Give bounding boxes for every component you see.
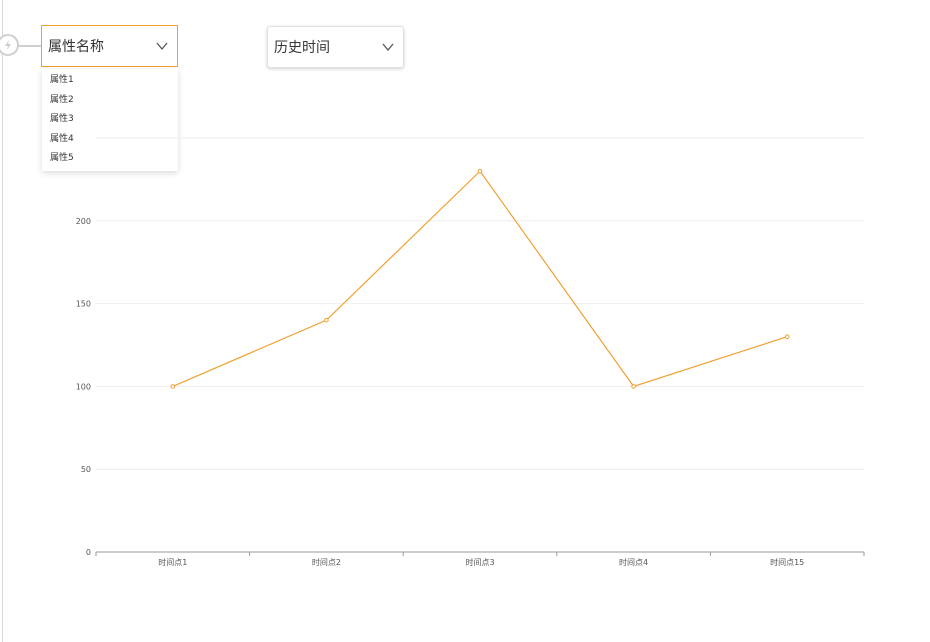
y-tick-label: 0	[86, 548, 91, 557]
data-point	[170, 384, 176, 389]
x-tick-label: 时间点2	[312, 557, 341, 567]
line-chart: 0 50 100 150 200 时间点1 时间点2 时间点3 时间点4 时间点15	[76, 137, 865, 567]
y-tick-label: 200	[76, 217, 91, 226]
y-tick-label: 100	[76, 382, 91, 391]
data-point	[477, 168, 483, 174]
x-tick-label: 时间点1	[158, 557, 187, 567]
series-line	[172, 170, 788, 388]
data-point	[784, 334, 790, 340]
y-tick-label: 150	[76, 300, 91, 309]
x-tick-label: 时间点4	[619, 557, 648, 567]
data-point	[324, 317, 329, 323]
x-tick-label: 时间点15	[770, 557, 804, 567]
data-point	[631, 384, 636, 389]
y-tick-label: 50	[81, 465, 91, 474]
x-tick-label: 时间点3	[465, 557, 494, 567]
